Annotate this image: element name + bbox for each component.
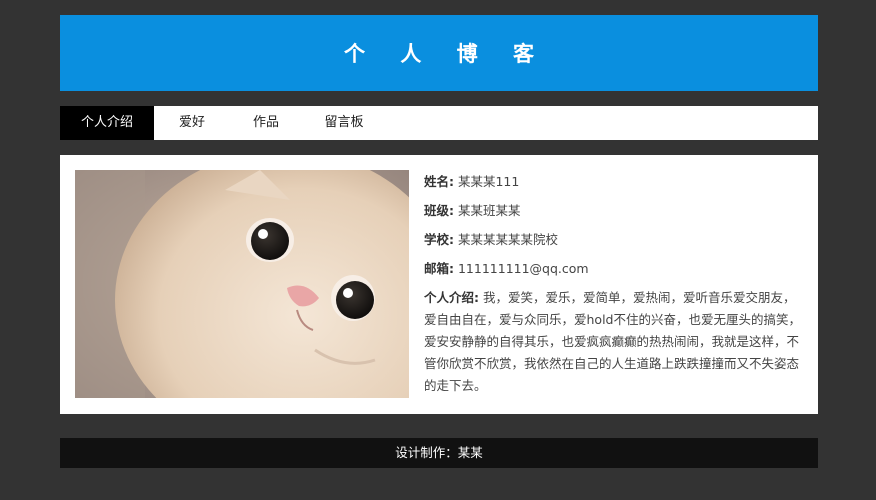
bio-text: 我，爱笑，爱乐，爱简单，爱热闹，爱听音乐爱交朋友，爱自由自在，爱与众同乐，爱ho… bbox=[424, 290, 801, 393]
email-value: 111111111@qq.com bbox=[457, 261, 589, 276]
nav-item-label: 作品 bbox=[252, 115, 279, 130]
page-footer: 设计制作：某某 bbox=[60, 438, 818, 468]
school-row: 学校: 某某某某某某院校 bbox=[424, 228, 804, 257]
class-row: 班级: 某某班某某 bbox=[424, 199, 804, 228]
page-title: 个 人 博 客 bbox=[344, 42, 548, 66]
nav-item-hobbies[interactable]: 爱好 bbox=[154, 106, 230, 140]
nav-item-label: 爱好 bbox=[178, 115, 205, 130]
footer-text: 设计制作：某某 bbox=[395, 445, 483, 460]
profile-card: 姓名: 某某某111 班级: 某某班某某 学校: 某某某某某某院校 邮箱: 11… bbox=[60, 155, 818, 414]
school-label: 学校: bbox=[424, 232, 454, 247]
email-row: 邮箱: 111111111@qq.com bbox=[424, 257, 804, 286]
nav-item-label: 个人介绍 bbox=[80, 115, 133, 130]
class-value: 某某班某某 bbox=[457, 203, 521, 218]
bio-paragraph: 个人介绍: 我，爱笑，爱乐，爱简单，爱热闹，爱听音乐爱交朋友，爱自由自在，爱与众… bbox=[424, 287, 804, 397]
nav-item-intro[interactable]: 个人介绍 bbox=[60, 106, 154, 140]
bio-label: 个人介绍: bbox=[424, 290, 479, 305]
page-header: 个 人 博 客 bbox=[60, 15, 818, 91]
cat-photo bbox=[75, 170, 409, 398]
school-value: 某某某某某某院校 bbox=[457, 232, 558, 247]
nav-item-guestbook[interactable]: 留言板 bbox=[302, 106, 386, 140]
email-label: 邮箱: bbox=[424, 261, 454, 276]
nav-bar: 个人介绍 爱好 作品 留言板 bbox=[60, 106, 818, 140]
nav-item-works[interactable]: 作品 bbox=[230, 106, 302, 140]
class-label: 班级: bbox=[424, 203, 454, 218]
name-value: 某某某111 bbox=[457, 174, 520, 189]
nav-item-label: 留言板 bbox=[324, 115, 364, 130]
profile-info: 姓名: 某某某111 班级: 某某班某某 学校: 某某某某某某院校 邮箱: 11… bbox=[424, 170, 804, 397]
name-row: 姓名: 某某某111 bbox=[424, 170, 804, 199]
name-label: 姓名: bbox=[424, 174, 454, 189]
cat-illustration bbox=[75, 170, 409, 398]
